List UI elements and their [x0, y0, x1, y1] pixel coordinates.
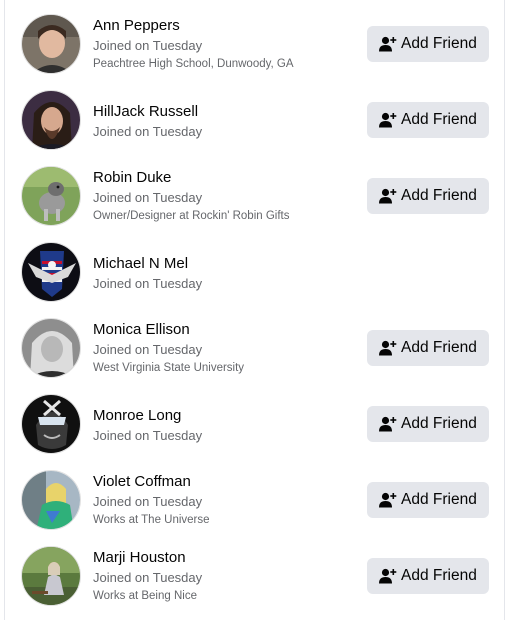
add-friend-icon — [379, 416, 397, 432]
member-name[interactable]: Violet Coffman — [93, 473, 191, 490]
add-friend-button[interactable]: Add Friend — [367, 178, 489, 214]
add-friend-icon — [379, 36, 397, 52]
profile-photo-woman-icon[interactable] — [21, 14, 81, 74]
member-row: Violet Coffman Joined on Tuesday Works a… — [0, 470, 510, 530]
new-members-list: Ann Peppers Joined on Tuesday Peachtree … — [0, 0, 510, 620]
add-friend-button[interactable]: Add Friend — [367, 330, 489, 366]
member-detail: Works at Being Nice — [93, 590, 197, 602]
profile-photo-colorful-icon[interactable] — [21, 470, 81, 530]
member-name[interactable]: Marji Houston — [93, 549, 186, 566]
member-row: HillJack Russell Joined on Tuesday Add F… — [0, 90, 510, 150]
member-row: Monica Ellison Joined on Tuesday West Vi… — [0, 318, 510, 378]
join-date: Joined on Tuesday — [93, 38, 203, 53]
join-date: Joined on Tuesday — [93, 190, 203, 205]
join-date: Joined on Tuesday — [93, 342, 203, 357]
join-date: Joined on Tuesday — [93, 570, 203, 585]
member-detail: Owner/Designer at Rockin' Robin Gifts — [93, 210, 290, 222]
profile-photo-grayscale-woman-icon[interactable] — [21, 318, 81, 378]
member-name[interactable]: Ann Peppers — [93, 17, 180, 34]
add-friend-icon — [379, 568, 397, 584]
add-friend-label: Add Friend — [401, 491, 477, 508]
member-row: Michael N Mel Joined on Tuesday — [0, 242, 510, 302]
profile-photo-long-hair-icon[interactable] — [21, 90, 81, 150]
join-date: Joined on Tuesday — [93, 428, 203, 443]
member-row: Marji Houston Joined on Tuesday Works at… — [0, 546, 510, 606]
add-friend-icon — [379, 492, 397, 508]
member-row: Ann Peppers Joined on Tuesday Peachtree … — [0, 14, 510, 74]
profile-photo-cartoon-hero-icon[interactable] — [21, 394, 81, 454]
add-friend-icon — [379, 340, 397, 356]
add-friend-button[interactable]: Add Friend — [367, 26, 489, 62]
member-row: Monroe Long Joined on Tuesday Add Friend — [0, 394, 510, 454]
add-friend-icon — [379, 188, 397, 204]
add-friend-button[interactable]: Add Friend — [367, 102, 489, 138]
add-friend-icon — [379, 112, 397, 128]
add-friend-label: Add Friend — [401, 567, 477, 584]
add-friend-label: Add Friend — [401, 339, 477, 356]
member-name[interactable]: Michael N Mel — [93, 255, 188, 272]
member-detail: Works at The Universe — [93, 514, 210, 526]
add-friend-label: Add Friend — [401, 187, 477, 204]
join-date: Joined on Tuesday — [93, 276, 203, 291]
member-name[interactable]: Robin Duke — [93, 169, 171, 186]
add-friend-label: Add Friend — [401, 415, 477, 432]
member-name[interactable]: Monroe Long — [93, 407, 181, 424]
add-friend-button[interactable]: Add Friend — [367, 482, 489, 518]
profile-photo-eagle-flag-icon[interactable] — [21, 242, 81, 302]
join-date: Joined on Tuesday — [93, 124, 203, 139]
add-friend-label: Add Friend — [401, 35, 477, 52]
member-detail: West Virginia State University — [93, 362, 245, 374]
join-date: Joined on Tuesday — [93, 494, 203, 509]
add-friend-label: Add Friend — [401, 111, 477, 128]
add-friend-button[interactable]: Add Friend — [367, 406, 489, 442]
profile-photo-outdoor-icon[interactable] — [21, 546, 81, 606]
member-row: Robin Duke Joined on Tuesday Owner/Desig… — [0, 166, 510, 226]
profile-photo-dog-icon[interactable] — [21, 166, 81, 226]
member-name[interactable]: Monica Ellison — [93, 321, 190, 338]
member-name[interactable]: HillJack Russell — [93, 103, 198, 120]
add-friend-button[interactable]: Add Friend — [367, 558, 489, 594]
member-detail: Peachtree High School, Dunwoody, GA — [93, 58, 294, 70]
